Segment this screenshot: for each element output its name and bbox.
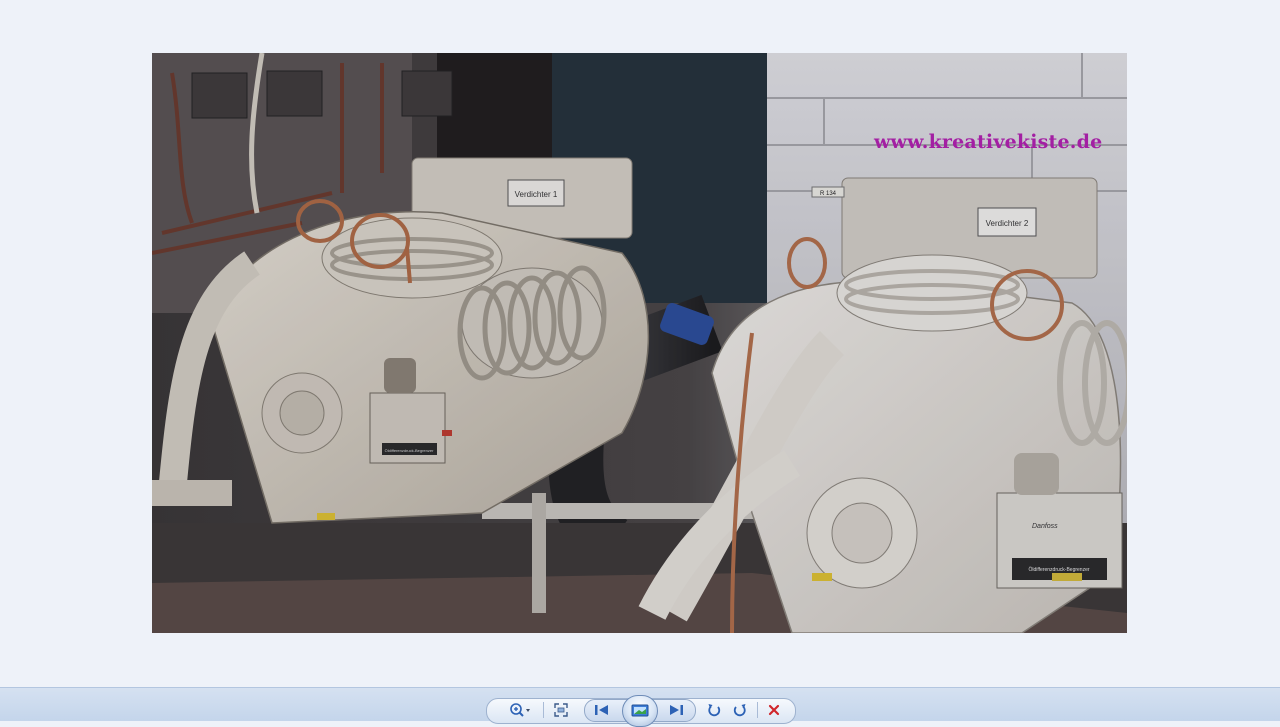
next-icon: [670, 705, 683, 715]
photo-viewer-canvas: Verdichter 1 Öldifferenzdruck-Begrenzer …: [0, 0, 1280, 687]
toolbar-separator: [543, 702, 544, 718]
rotate-counterclockwise-icon: [708, 704, 721, 717]
rotate-counterclockwise-button[interactable]: [704, 701, 724, 719]
photo: Verdichter 1 Öldifferenzdruck-Begrenzer …: [152, 53, 1127, 633]
slideshow-icon: [631, 704, 649, 717]
zoom-button[interactable]: [506, 701, 534, 719]
next-button[interactable]: [664, 701, 688, 719]
actual-size-icon: [554, 703, 568, 717]
delete-button[interactable]: [764, 701, 784, 719]
toolbar-separator: [757, 702, 758, 718]
actual-size-button[interactable]: [551, 701, 571, 719]
previous-button[interactable]: [590, 701, 614, 719]
delete-icon: [768, 704, 780, 716]
rotate-clockwise-icon: [733, 704, 746, 717]
slideshow-button[interactable]: [622, 695, 658, 727]
rotate-clockwise-button[interactable]: [730, 701, 750, 719]
previous-icon: [595, 705, 608, 715]
magnifier-zoom-icon: [510, 703, 530, 717]
watermark-text: www.kreativekiste.de: [874, 131, 1103, 153]
